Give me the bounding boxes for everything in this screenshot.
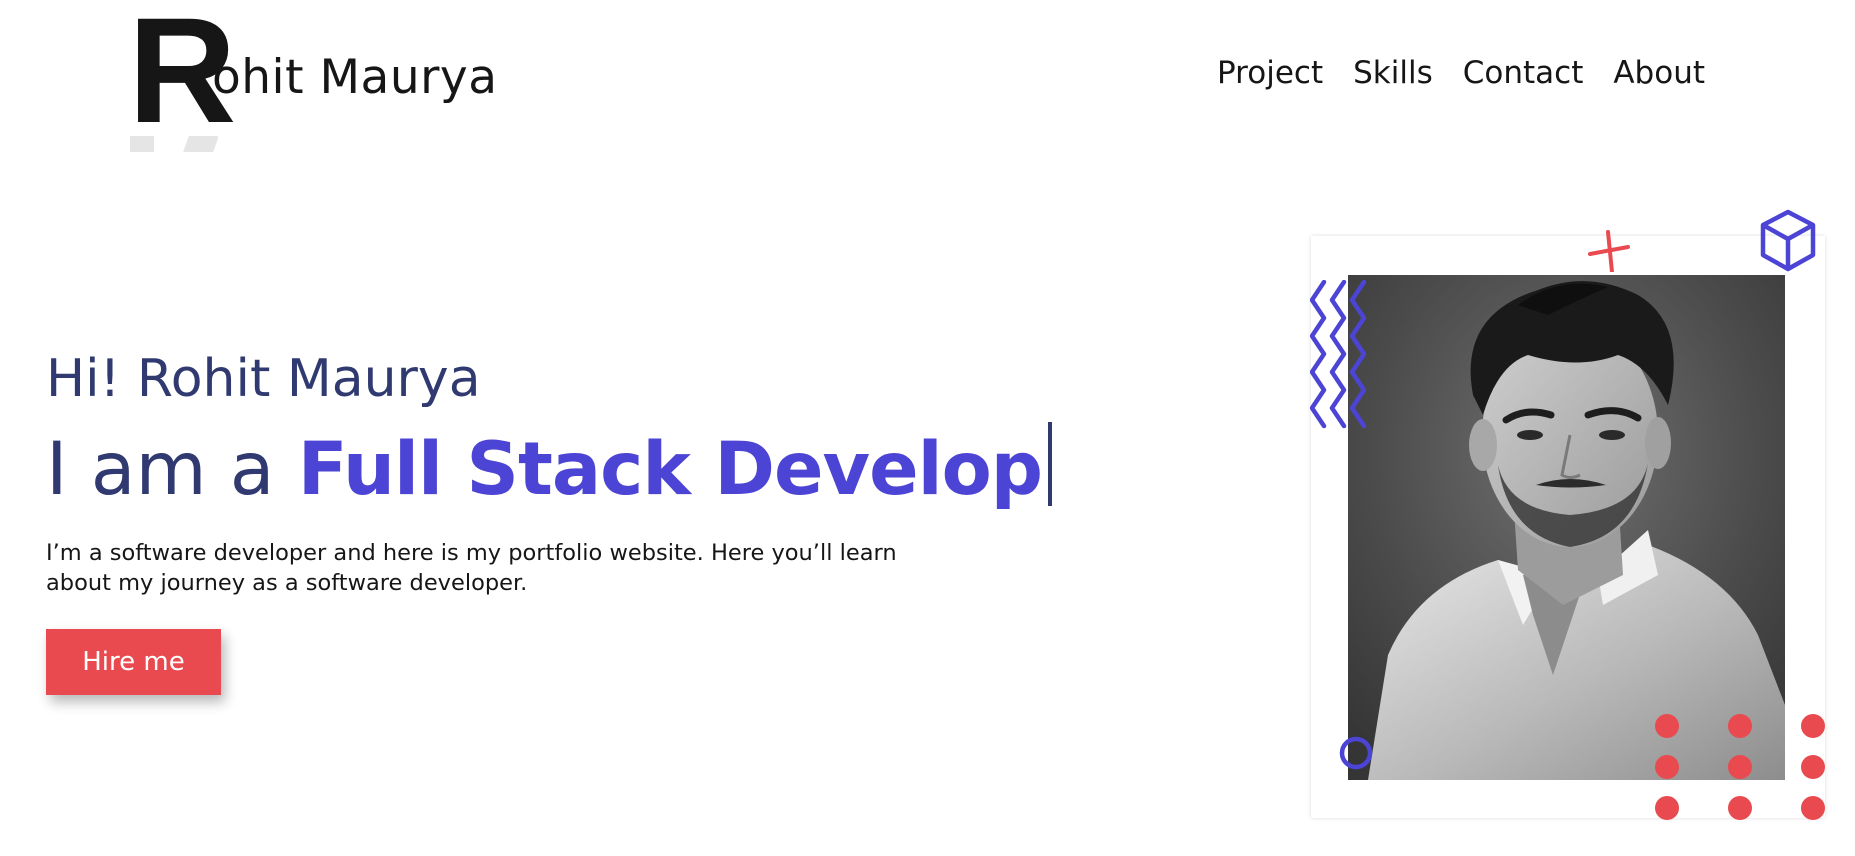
circle-icon (1339, 736, 1373, 770)
hero-intro: I’m a software developer and here is my … (46, 540, 897, 596)
zigzag-icon (1310, 280, 1367, 429)
dots-pattern (1655, 714, 1825, 820)
typing-caret (1048, 422, 1053, 506)
hero-greeting: Hi! Rohit Maurya (46, 349, 481, 409)
logo-name: ohit Maurya (212, 50, 498, 105)
headline-prefix: I am a (46, 427, 275, 512)
plus-icon (1588, 230, 1630, 272)
portrait-illustration (1348, 275, 1785, 780)
main-nav: Project Skills Contact About (1217, 50, 1705, 96)
nav-link-about[interactable]: About (1613, 50, 1705, 96)
site-logo[interactable]: R ohit Maurya (128, 0, 548, 152)
cube-icon (1760, 209, 1816, 272)
profile-photo (1348, 275, 1785, 780)
hire-me-button[interactable]: Hire me (46, 629, 221, 695)
nav-link-skills[interactable]: Skills (1353, 50, 1433, 96)
logo-shadow (128, 126, 218, 152)
hero-headline: I am a Full Stack Develop (46, 420, 1053, 520)
nav-link-project[interactable]: Project (1217, 50, 1323, 96)
nav-link-contact[interactable]: Contact (1463, 50, 1584, 96)
headline-role: Full Stack Develop (297, 427, 1043, 512)
